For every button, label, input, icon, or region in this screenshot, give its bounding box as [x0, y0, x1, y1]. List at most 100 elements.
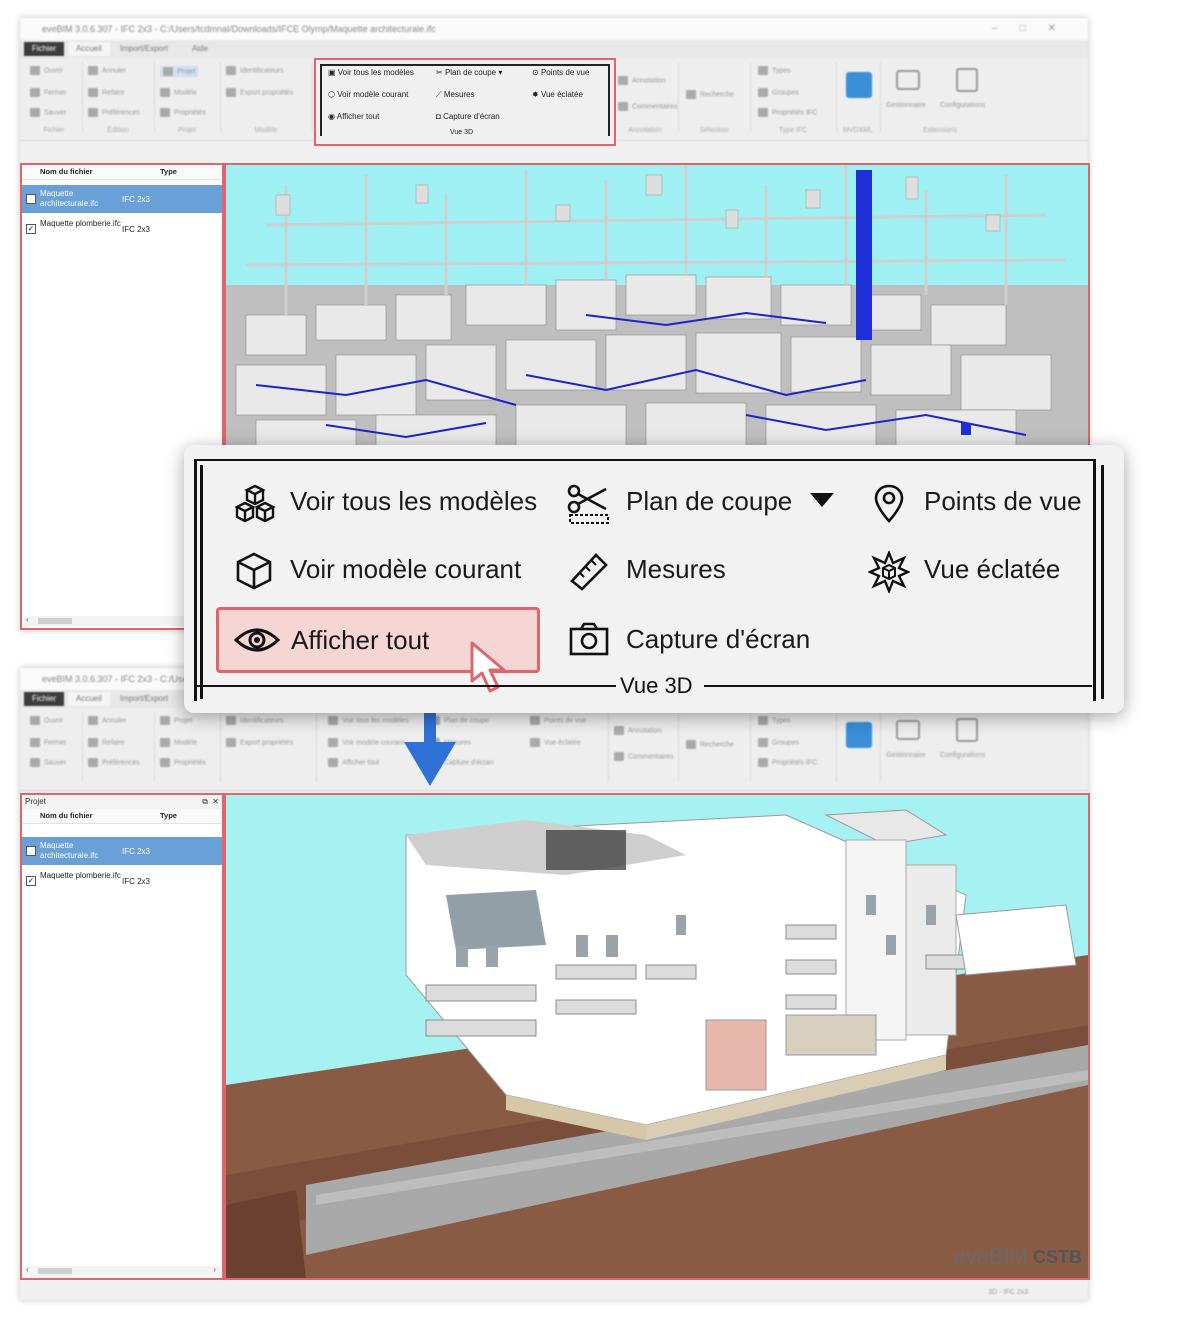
file-checkbox[interactable]: ✓	[26, 846, 36, 856]
types-button[interactable]: Types	[758, 66, 791, 75]
file-checkbox[interactable]: ✓	[26, 194, 36, 204]
plan-coupe-button[interactable]: Plan de coupe	[566, 483, 856, 524]
file-row[interactable]: ✓ Maquette plomberie.ifc IFC 2x3	[22, 867, 222, 895]
scroll-left-icon[interactable]: ‹	[26, 615, 29, 624]
scroll-thumb[interactable]	[38, 1268, 72, 1274]
mesures-button[interactable]: Mesures	[568, 551, 768, 591]
ifc-properties-button[interactable]: Propriétés IFC	[758, 758, 817, 767]
redo-button[interactable]: Refaire	[88, 88, 125, 97]
identifiers-button[interactable]: Identificateurs	[226, 716, 284, 725]
save-button[interactable]: Sauver	[30, 108, 66, 117]
open-button[interactable]: Ouvrir	[30, 716, 63, 725]
configurations-button[interactable]: Configurations	[940, 752, 985, 759]
points-vue-button[interactable]: Points de vue	[530, 716, 586, 725]
close-file-button[interactable]: Fermer	[30, 88, 67, 97]
comments-button[interactable]: Commentaires	[618, 102, 678, 111]
export-properties-button[interactable]: Export propriétés	[226, 88, 293, 97]
voir-modele-courant-small[interactable]: ⬡ Voir modèle courant	[328, 90, 408, 99]
search-button[interactable]: Recherche	[686, 90, 734, 99]
annotation-button[interactable]: Annotation	[618, 76, 665, 85]
voir-tous-modeles-button[interactable]: Voir tous les modèles	[232, 483, 537, 523]
voir-tous-modeles-small[interactable]: ▣ Voir tous les modèles	[328, 68, 414, 77]
capture-ecran-small[interactable]: ◘ Capture d'écran	[436, 112, 500, 121]
save-button[interactable]: Sauver	[30, 758, 66, 767]
capture-ecran-button[interactable]: Capture d'écran	[568, 621, 828, 657]
close-file-button[interactable]: Fermer	[30, 738, 67, 747]
configurations-button[interactable]: Configurations	[940, 102, 985, 109]
manager-button[interactable]: Gestionnaire	[886, 102, 926, 109]
redo-icon	[88, 738, 98, 747]
comments-button[interactable]: Commentaires	[614, 752, 674, 761]
ifc-properties-button[interactable]: Propriétés IFC	[758, 108, 817, 117]
afficher-tout-button[interactable]: Afficher tout	[328, 758, 379, 767]
vue-eclatee-small[interactable]: ✸ Vue éclatée	[532, 90, 583, 99]
voir-tous-modeles-button[interactable]: Voir tous les modèles	[328, 716, 409, 725]
redo-button[interactable]: Refaire	[88, 738, 125, 747]
file-checkbox[interactable]: ✓	[26, 876, 36, 886]
configurations-icon[interactable]	[956, 68, 978, 92]
viewport-3d-top[interactable]	[224, 163, 1090, 449]
file-checkbox[interactable]: ✓	[26, 224, 36, 234]
vue-eclatee-button[interactable]: Vue éclatée	[530, 738, 581, 747]
horizontal-scrollbar[interactable]: ‹ ›	[24, 1265, 220, 1276]
afficher-tout-small[interactable]: ◉ Afficher tout	[328, 112, 379, 121]
groups-button[interactable]: Groupes	[758, 88, 799, 97]
manager-button[interactable]: Gestionnaire	[886, 752, 926, 759]
ribbon-group-extensions: Gestionnaire Configurations Extensions	[880, 62, 1000, 134]
properties-button[interactable]: Propriétés	[160, 108, 206, 117]
groups-button[interactable]: Groupes	[758, 738, 799, 747]
file-row[interactable]: ✓ Maquette plomberie.ifc IFC 2x3	[22, 215, 222, 243]
export-icon	[226, 738, 236, 747]
project-button[interactable]: Projet	[160, 716, 192, 725]
mvdxml-icon[interactable]	[846, 72, 872, 98]
points-vue-button[interactable]: Points de vue	[872, 483, 1092, 523]
plan-coupe-small[interactable]: ✂ Plan de coupe ▾	[436, 68, 502, 77]
types-button[interactable]: Types	[758, 716, 791, 725]
voir-modele-courant-button[interactable]: Voir modèle courant	[328, 738, 404, 747]
identifiers-button[interactable]: Identificateurs	[226, 66, 284, 75]
ribbon-group-label: Fichier	[43, 127, 65, 134]
preferences-button[interactable]: Préférences	[88, 758, 140, 767]
chevron-down-icon[interactable]	[810, 493, 834, 507]
voir-modele-courant-button[interactable]: Voir modèle courant	[234, 551, 534, 590]
file-type: IFC 2x3	[122, 195, 151, 204]
tab-accueil[interactable]: Accueil	[68, 42, 110, 56]
file-row[interactable]: ✓ Maquette architecturale.ifc IFC 2x3	[22, 837, 222, 865]
tab-accueil[interactable]: Accueil	[68, 692, 110, 706]
mesures-small[interactable]: ⟋ Mesures	[436, 90, 475, 100]
model-button[interactable]: Modèle	[160, 738, 197, 747]
scroll-left-icon[interactable]: ‹	[26, 1265, 29, 1274]
scroll-right-icon[interactable]: ›	[213, 1265, 216, 1274]
properties-button[interactable]: Propriétés	[160, 758, 206, 767]
undo-button[interactable]: Annuler	[88, 716, 126, 725]
vue-eclatee-button[interactable]: Vue éclatée	[868, 551, 1088, 593]
tab-fichier[interactable]: Fichier	[24, 692, 65, 706]
undo-button[interactable]: Annuler	[88, 66, 126, 75]
project-button[interactable]: Projet	[160, 66, 199, 77]
tab-import-export[interactable]: Import/Export	[112, 42, 176, 56]
cstb-logo: CSTB	[1033, 1247, 1082, 1267]
points-vue-small[interactable]: ⊙ Points de vue	[532, 68, 589, 77]
col-type: Type	[160, 811, 177, 820]
tab-aide[interactable]: Aide	[184, 42, 216, 56]
search-button[interactable]: Recherche	[686, 740, 734, 749]
viewport-3d-bottom[interactable]: eveBIM CSTB	[224, 793, 1090, 1280]
manager-icon[interactable]	[896, 720, 920, 740]
window-controls[interactable]: –□✕	[992, 18, 1078, 40]
file-row[interactable]: ✓ Maquette architecturale.ifc IFC 2x3	[22, 185, 222, 213]
annotation-button[interactable]: Annotation	[614, 726, 661, 735]
close-panel-icon[interactable]: ✕	[212, 795, 219, 809]
tab-fichier[interactable]: Fichier	[24, 42, 65, 56]
configurations-icon[interactable]	[956, 718, 978, 742]
open-button[interactable]: Ouvrir	[30, 66, 63, 75]
model-button[interactable]: Modèle	[160, 88, 197, 97]
preferences-button[interactable]: Préférences	[88, 108, 140, 117]
float-panel-icon[interactable]: ⧉	[202, 795, 208, 809]
tab-import-export[interactable]: Import/Export	[112, 692, 176, 706]
export-properties-button[interactable]: Export propriétés	[226, 738, 293, 747]
ribbon-group-fichier: Ouvrir Fermer Sauver	[26, 712, 83, 782]
scroll-thumb[interactable]	[38, 618, 72, 624]
manager-icon[interactable]	[896, 70, 920, 90]
mvdxml-icon[interactable]	[846, 722, 872, 748]
file-name: Maquette plomberie.ifc	[40, 219, 121, 228]
